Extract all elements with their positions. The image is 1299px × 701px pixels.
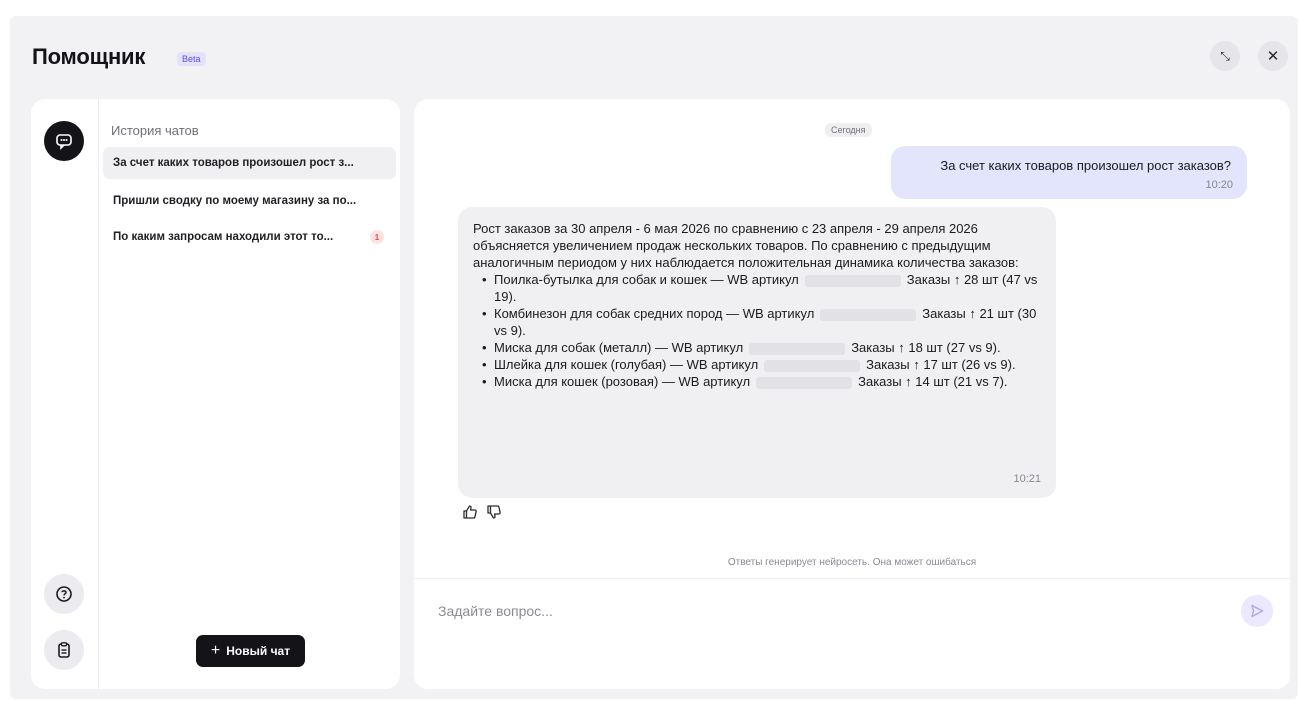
redacted-article — [764, 359, 861, 372]
item-stats: Заказы ↑ 14 шт (21 vs 7). — [858, 374, 1008, 389]
close-button[interactable]: ✕ — [1258, 41, 1288, 71]
item-stats: Заказы ↑ 18 шт (27 vs 9). — [851, 340, 1001, 355]
item-text: Поилка-бутылка для собак и кошек — WB ар… — [494, 272, 799, 287]
redacted-article — [756, 376, 853, 389]
composer — [414, 578, 1290, 689]
thumbs-up-icon — [463, 505, 477, 519]
thumbs-up-button[interactable] — [462, 504, 478, 524]
send-icon — [1251, 604, 1264, 618]
sidebar: История чатов За счет каких товаров прои… — [31, 99, 400, 689]
list-item: Миска для кошек (розовая) — WB артикул За… — [482, 373, 1047, 390]
chat-history-label: Пришли сводку по моему магазину за по... — [113, 195, 357, 207]
beta-badge: Beta — [177, 52, 206, 66]
collapse-icon: ⤡ — [1220, 48, 1230, 63]
send-button[interactable] — [1241, 595, 1273, 627]
help-rail-button[interactable] — [44, 574, 84, 614]
message-time: 10:21 — [1013, 473, 1041, 485]
assistant-message: Рост заказов за 30 апреля - 6 мая 2026 п… — [458, 207, 1056, 498]
page-title: Помощник — [32, 44, 146, 69]
thumbs-down-icon — [487, 505, 501, 519]
redacted-article — [804, 274, 901, 287]
list-item: Миска для собак (металл) — WB артикул Зак… — [482, 339, 1047, 356]
unread-badge: 1 — [370, 230, 384, 244]
item-text: Шлейка для кошек (голубая) — WB артикул — [494, 357, 759, 372]
chat-history-item[interactable]: За счет каких товаров произошел рост з..… — [103, 147, 396, 179]
product-list: Поилка-бутылка для собак и кошек — WB ар… — [473, 271, 1041, 390]
chat-history-item[interactable]: Пришли сводку по моему магазину за по... — [103, 185, 396, 217]
item-text: Комбинезон для собак средних пород — WB … — [494, 306, 815, 321]
user-message: За счет каких товаров произошел рост зак… — [891, 146, 1247, 199]
chat-history-item[interactable]: По каким запросам находили этот то... 1 — [103, 221, 396, 253]
redacted-article — [820, 308, 917, 321]
plus-icon: + — [210, 642, 221, 659]
list-item: Поилка-бутылка для собак и кошек — WB ар… — [482, 271, 1047, 305]
question-input[interactable] — [438, 599, 1218, 623]
item-stats: Заказы ↑ 17 шт (26 vs 9). — [866, 357, 1016, 372]
list-item: Комбинезон для собак средних пород — WB … — [482, 305, 1047, 339]
close-icon: ✕ — [1266, 48, 1280, 65]
item-text: Миска для кошек (розовая) — WB артикул — [494, 374, 751, 389]
assistant-intro: Рост заказов за 30 апреля - 6 мая 2026 п… — [473, 221, 1019, 270]
chat-bubble-icon — [56, 134, 72, 150]
collapse-button[interactable]: ⤡ — [1210, 41, 1240, 71]
redacted-article — [749, 342, 846, 355]
list-item: Шлейка для кошек (голубая) — WB артикул З… — [482, 356, 1047, 373]
chats-rail-button[interactable] — [44, 121, 84, 161]
message-time: 10:20 — [1205, 179, 1233, 191]
item-text: Миска для собак (металл) — WB артикул — [494, 340, 744, 355]
chat-history-label: По каким запросам находили этот то... — [113, 231, 334, 243]
thumbs-down-button[interactable] — [486, 504, 502, 524]
rail-divider — [98, 99, 99, 689]
clipboard-rail-button[interactable] — [44, 630, 84, 670]
new-chat-button[interactable]: + Новый чат — [196, 635, 305, 667]
assistant-app: Помощник Beta ⤡ ✕ История чатов За счет … — [10, 16, 1298, 699]
chat-panel: Сегодня За счет каких товаров произошел … — [414, 99, 1290, 689]
user-message-text: За счет каких товаров произошел рост зак… — [940, 158, 1231, 173]
ai-disclaimer: Ответы генерирует нейросеть. Она может о… — [727, 557, 977, 568]
date-divider: Сегодня — [825, 123, 872, 137]
history-title: История чатов — [111, 123, 199, 138]
chat-history-label: За счет каких товаров произошел рост з..… — [113, 157, 354, 169]
new-chat-label: Новый чат — [226, 644, 291, 658]
clipboard-icon — [58, 642, 70, 658]
help-icon — [56, 586, 72, 602]
